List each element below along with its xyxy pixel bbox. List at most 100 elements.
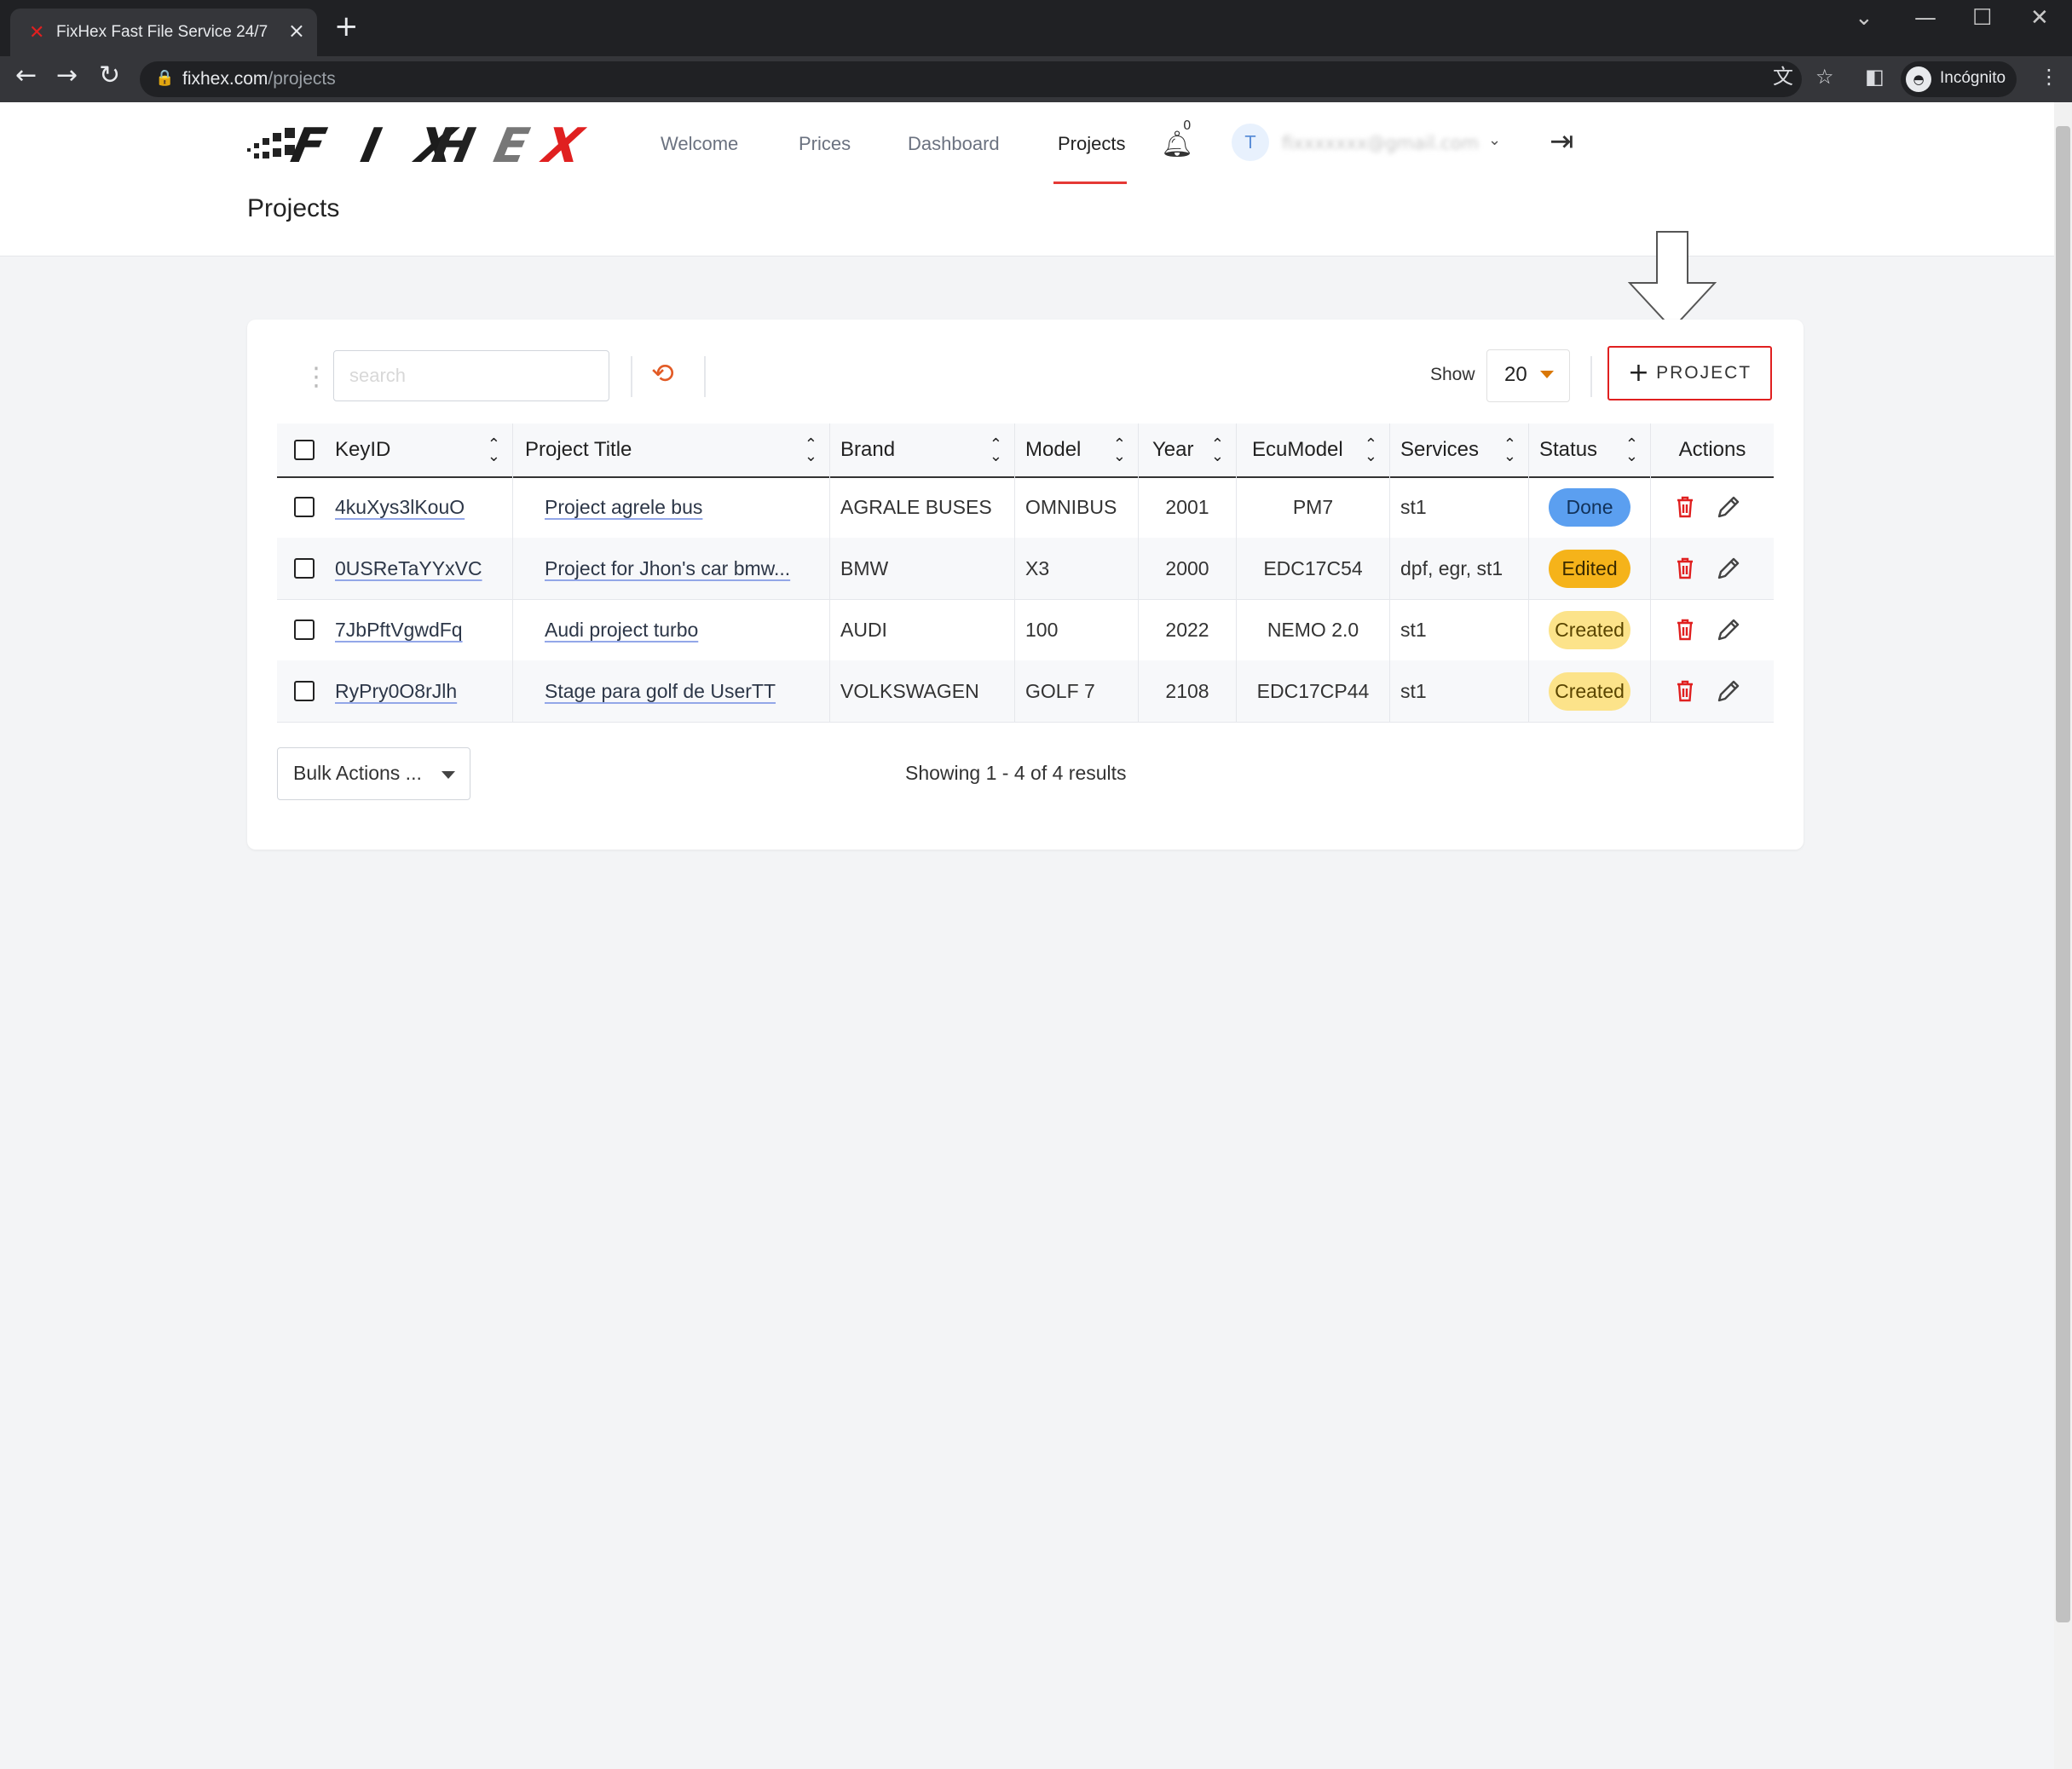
cell-keyid: 0USReTaYYxVC bbox=[277, 538, 513, 599]
cell-model: 100 bbox=[1015, 599, 1139, 660]
header-keyid: KeyID ⌃ ⌄ bbox=[277, 424, 513, 476]
cell-year: 2000 bbox=[1139, 538, 1237, 599]
new-tab-icon[interactable]: + bbox=[334, 12, 359, 41]
header-model-label[interactable]: Model bbox=[1025, 438, 1081, 462]
row-checkbox[interactable] bbox=[294, 681, 315, 701]
row-checkbox[interactable] bbox=[294, 497, 315, 517]
sort-icon[interactable]: ⌃ ⌄ bbox=[805, 436, 817, 464]
toolbar-divider bbox=[704, 356, 706, 397]
chevron-down-icon[interactable]: ⌄ bbox=[1488, 131, 1501, 149]
sort-icon[interactable]: ⌃ ⌄ bbox=[990, 436, 1002, 464]
cell-model: OMNIBUS bbox=[1015, 476, 1139, 538]
cell-ecumodel: NEMO 2.0 bbox=[1237, 599, 1390, 660]
header-year: Year ⌃ ⌄ bbox=[1139, 424, 1237, 476]
cell-services: st1 bbox=[1390, 660, 1529, 722]
cell-services: st1 bbox=[1390, 599, 1529, 660]
scrollbar-thumb[interactable] bbox=[2056, 126, 2070, 1622]
sort-icon[interactable]: ⌃ ⌄ bbox=[1211, 436, 1224, 464]
header-status: Status ⌃ ⌄ bbox=[1529, 424, 1651, 476]
header-status-label[interactable]: Status bbox=[1539, 438, 1597, 462]
keyid-link[interactable]: 4kuXys3lKouO bbox=[335, 496, 465, 519]
project-title-link[interactable]: Stage para golf de UserTT bbox=[545, 680, 776, 703]
search-input[interactable] bbox=[333, 350, 609, 401]
bulk-actions-select[interactable]: Bulk Actions ... bbox=[277, 747, 470, 800]
project-title-link[interactable]: Audi project turbo bbox=[545, 619, 698, 642]
add-project-label: PROJECT bbox=[1656, 363, 1752, 383]
header-ecumodel: EcuModel ⌃ ⌄ bbox=[1237, 424, 1390, 476]
close-tab-icon[interactable]: × bbox=[288, 19, 305, 43]
incognito-icon: ◓ bbox=[1906, 66, 1931, 92]
trash-icon[interactable] bbox=[1675, 495, 1695, 519]
address-bar[interactable]: 🔒 fixhex.com/projects bbox=[140, 61, 1802, 97]
row-checkbox[interactable] bbox=[294, 619, 315, 640]
sort-icon[interactable]: ⌃ ⌄ bbox=[1625, 436, 1638, 464]
toolbar-divider bbox=[631, 356, 632, 397]
cell-brand: VOLKSWAGEN bbox=[830, 660, 1015, 722]
cell-actions bbox=[1651, 660, 1774, 722]
sort-icon[interactable]: ⌃ ⌄ bbox=[1503, 436, 1516, 464]
header-services-label[interactable]: Services bbox=[1400, 438, 1479, 462]
sort-icon[interactable]: ⌃ ⌄ bbox=[488, 436, 500, 464]
header-keyid-label[interactable]: KeyID bbox=[335, 438, 390, 462]
trash-icon[interactable] bbox=[1675, 618, 1695, 642]
add-project-button[interactable]: + PROJECT bbox=[1607, 346, 1772, 400]
edit-pencil-icon[interactable] bbox=[1716, 678, 1741, 704]
minimize-icon[interactable]: — bbox=[1914, 5, 1936, 31]
select-all-checkbox[interactable] bbox=[294, 440, 315, 460]
fixhex-logo[interactable]: FIX H E X bbox=[245, 118, 603, 169]
bookmark-star-icon[interactable]: ☆ bbox=[1815, 66, 1834, 87]
keyid-link[interactable]: 7JbPftVgwdFq bbox=[335, 619, 463, 642]
forward-icon[interactable]: → bbox=[56, 63, 78, 89]
table-row: 0USReTaYYxVC Project for Jhon's car bmw.… bbox=[277, 538, 1774, 600]
edit-pencil-icon[interactable] bbox=[1716, 494, 1741, 520]
translate-icon[interactable]: 文 bbox=[1773, 66, 1793, 87]
side-panel-icon[interactable]: ◧ bbox=[1865, 66, 1884, 87]
cell-title: Project for Jhon's car bmw... bbox=[513, 538, 830, 599]
sort-icon[interactable]: ⌃ ⌄ bbox=[1113, 436, 1126, 464]
browser-menu-icon[interactable]: ⋮ bbox=[2039, 66, 2059, 87]
bell-icon[interactable]: 🔔︎ bbox=[1161, 130, 1193, 159]
cell-year: 2108 bbox=[1139, 660, 1237, 722]
cell-model: GOLF 7 bbox=[1015, 660, 1139, 722]
back-icon[interactable]: ← bbox=[15, 63, 37, 89]
maximize-icon[interactable]: ☐ bbox=[1972, 5, 1992, 31]
header-title-label[interactable]: Project Title bbox=[525, 438, 632, 462]
active-nav-indicator bbox=[1053, 182, 1127, 184]
nav-projects[interactable]: Projects bbox=[1058, 133, 1125, 155]
status-badge: Created bbox=[1549, 671, 1630, 711]
nav-dashboard[interactable]: Dashboard bbox=[908, 133, 1000, 155]
browser-tab[interactable]: ✕ FixHex Fast File Service 24/7 × bbox=[10, 9, 317, 56]
trash-icon[interactable] bbox=[1675, 679, 1695, 703]
project-title-link[interactable]: Project for Jhon's car bmw... bbox=[545, 557, 790, 580]
page-size-select[interactable]: 20 bbox=[1486, 349, 1570, 402]
edit-pencil-icon[interactable] bbox=[1716, 617, 1741, 642]
header-year-label[interactable]: Year bbox=[1152, 438, 1194, 462]
tab-search-icon[interactable]: ⌄ bbox=[1855, 5, 1873, 31]
incognito-badge[interactable]: ◓ Incógnito bbox=[1901, 61, 2017, 97]
header-brand-label[interactable]: Brand bbox=[840, 438, 895, 462]
header-ecumodel-label[interactable]: EcuModel bbox=[1252, 438, 1343, 462]
avatar[interactable]: T bbox=[1232, 124, 1269, 161]
logout-icon[interactable]: ⇥ bbox=[1550, 124, 1574, 158]
page-title: Projects bbox=[247, 194, 340, 222]
column-options-icon[interactable]: ⋮ bbox=[303, 365, 329, 390]
keyid-link[interactable]: 0USReTaYYxVC bbox=[335, 557, 482, 580]
reset-filters-icon[interactable]: ⟲ bbox=[651, 360, 674, 387]
edit-pencil-icon[interactable] bbox=[1716, 556, 1741, 581]
status-badge: Done bbox=[1549, 487, 1630, 527]
project-title-link[interactable]: Project agrele bus bbox=[545, 496, 702, 519]
close-window-icon[interactable]: ✕ bbox=[2030, 5, 2049, 31]
table-row: RyPry0O8rJlh Stage para golf de UserTT V… bbox=[277, 660, 1774, 723]
cell-status: Edited bbox=[1529, 538, 1651, 599]
header-services: Services ⌃ ⌄ bbox=[1390, 424, 1529, 476]
nav-prices[interactable]: Prices bbox=[799, 133, 851, 155]
keyid-link[interactable]: RyPry0O8rJlh bbox=[335, 680, 457, 703]
page-size-value: 20 bbox=[1504, 363, 1527, 386]
sort-icon[interactable]: ⌃ ⌄ bbox=[1365, 436, 1377, 464]
tab-title: FixHex Fast File Service 24/7 bbox=[56, 23, 268, 41]
nav-welcome[interactable]: Welcome bbox=[661, 133, 738, 155]
reload-icon[interactable]: ↻ bbox=[99, 63, 120, 89]
trash-icon[interactable] bbox=[1675, 556, 1695, 580]
user-email[interactable]: fixxxxxxx@gmail.com bbox=[1282, 133, 1479, 153]
row-checkbox[interactable] bbox=[294, 558, 315, 579]
